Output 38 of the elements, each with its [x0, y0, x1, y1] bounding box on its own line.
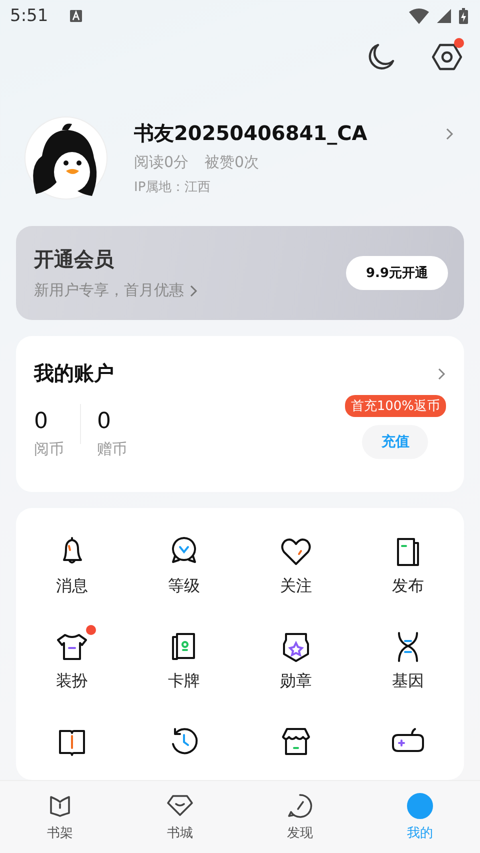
likes-count: 被赞0次 — [204, 153, 260, 172]
feature-label[interactable]: 等级 — [168, 576, 200, 597]
nav-tab[interactable]: 书架 — [0, 781, 120, 853]
nav-tab[interactable]: 书城 — [120, 781, 240, 853]
balance-label: 赠币 — [97, 440, 127, 459]
vip-title: 开通会员 — [34, 246, 115, 273]
status-time: 5:51 — [10, 6, 48, 26]
avatar[interactable] — [24, 116, 108, 200]
feature-label[interactable]: 消息 — [56, 576, 88, 597]
user-name[interactable]: 书友20250406841_CA — [134, 120, 368, 147]
chevron-right-icon[interactable] — [446, 128, 454, 140]
signal-icon — [437, 9, 451, 23]
feature-label[interactable]: 勋章 — [280, 671, 312, 692]
wifi-icon — [409, 8, 429, 24]
feature-label[interactable]: 基因 — [392, 671, 424, 692]
balance-label: 阅币 — [34, 440, 64, 459]
profile-icon — [406, 792, 434, 820]
keyboard-icon — [70, 10, 82, 22]
ip-location: IP属地：江西 — [134, 179, 212, 196]
balance-value: 0 — [34, 409, 49, 434]
reading-score: 阅读0分 — [134, 153, 189, 172]
feature-label[interactable]: 卡牌 — [168, 671, 200, 692]
feature-label[interactable]: 装扮 — [56, 671, 88, 692]
compass-icon — [286, 792, 314, 820]
vip-open-button[interactable]: 9.9元开通 — [346, 256, 448, 290]
account-title: 我的账户 — [34, 360, 114, 387]
nav-tab[interactable]: 发现 — [240, 781, 360, 853]
moon-icon[interactable] — [366, 42, 396, 72]
balance-value: 0 — [97, 409, 112, 434]
feature-label[interactable]: 发布 — [392, 576, 424, 597]
battery-icon — [459, 8, 468, 24]
feature-label[interactable]: 关注 — [280, 576, 312, 597]
promo-tag: 首充100%返币 — [344, 395, 446, 417]
vip-banner[interactable]: 开通会员 新用户专享，首月优惠 9.9元开通 — [16, 226, 464, 320]
chevron-right-icon — [190, 284, 198, 296]
chevron-right-icon[interactable] — [438, 368, 446, 380]
vip-subtitle: 新用户专享，首月优惠 — [34, 281, 184, 300]
settings-icon[interactable] — [432, 42, 462, 72]
